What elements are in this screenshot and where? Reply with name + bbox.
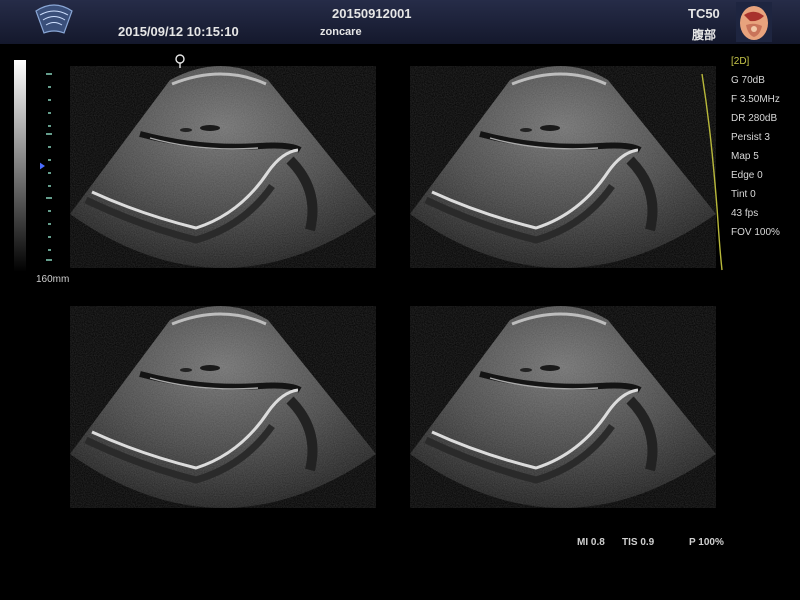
patient-id: 20150912001 [332,6,412,21]
param-persistence: Persist 3 [731,132,770,143]
tgc-curve[interactable] [700,72,730,272]
param-tint: Tint 0 [731,189,756,200]
hospital-name: zoncare [320,26,362,38]
mode-label: [2D] [731,56,750,67]
param-edge: Edge 0 [731,170,763,181]
abdomen-organ-icon[interactable] [736,2,772,42]
param-dynamic-range: DR 280dB [731,113,778,124]
param-map: Map 5 [731,151,759,162]
top-info-bar: 2015/09/12 10:15:10 20150912001 zoncare … [0,0,800,44]
ultrasound-quad-view[interactable] [0,44,800,600]
ultrasound-image-top-left[interactable] [70,66,376,268]
imaging-parameters: [2D] G 70dB F 3.50MHz DR 280dB Persist 3… [731,52,780,242]
thermal-index: TIS 0.9 [622,537,655,548]
ultrasound-image-top-right[interactable] [410,66,716,268]
orientation-marker-icon [175,54,185,68]
param-fov: FOV 100% [731,227,780,238]
param-frequency: F 3.50MHz [731,94,780,105]
acoustic-power: P 100% [689,537,724,548]
param-gain: G 70dB [731,75,765,86]
exam-preset: 腹部 [692,28,717,42]
probe-name: TC50 [688,6,720,21]
param-frame-rate: 43 fps [731,208,759,219]
probe-icon[interactable] [30,3,78,39]
mechanical-index: MI 0.8 [577,537,605,548]
ultrasound-image-bottom-left[interactable] [70,306,376,508]
exam-datetime: 2015/09/12 10:15:10 [118,24,239,39]
ultrasound-image-bottom-right[interactable] [410,306,716,508]
